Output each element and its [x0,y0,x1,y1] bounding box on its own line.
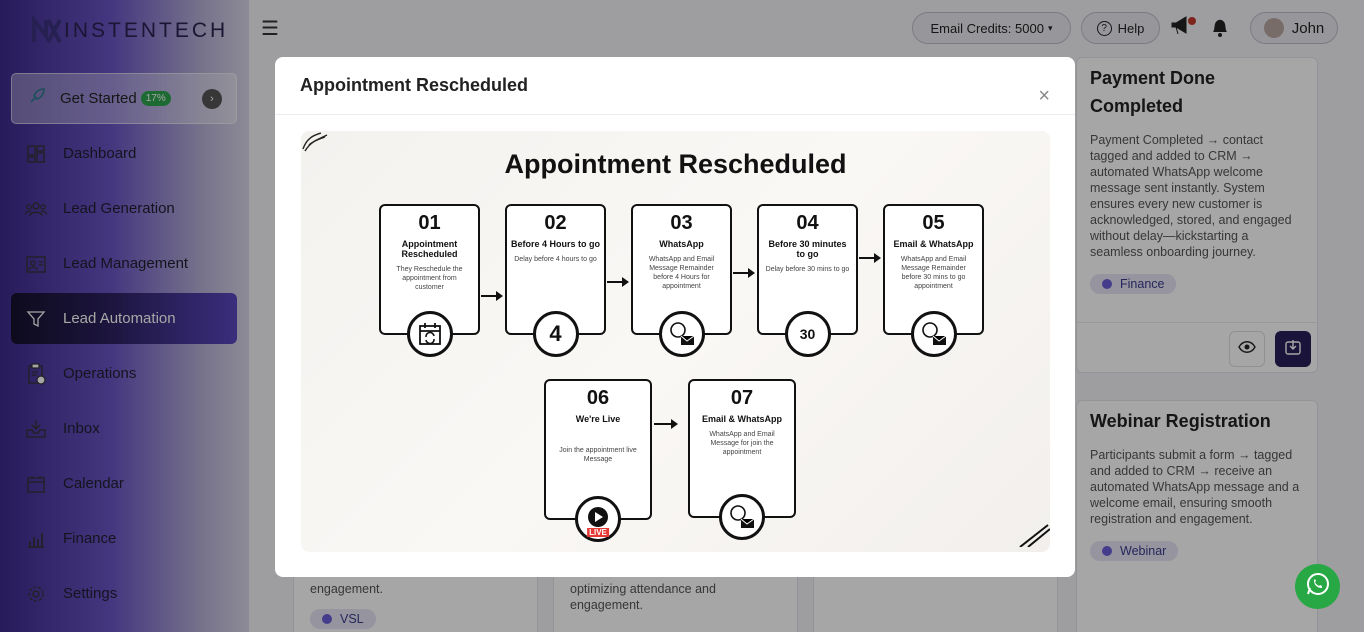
flow-step-01: 01 Appointment Rescheduled They Reschedu… [379,204,480,357]
step-name: We're Live [575,414,621,424]
arrow-icon [607,277,629,287]
flow-title: Appointment Rescheduled [504,149,847,179]
corner-lines-icon [1018,523,1050,552]
step-number: 03 [670,212,693,234]
step-name: Email & WhatsApp [701,414,782,424]
whatsapp-chat-button[interactable] [1295,564,1340,609]
close-icon[interactable]: × [1038,85,1050,108]
whatsapp-email-icon [658,311,705,357]
flow-diagram: Appointment Rescheduled 01 Appointment R… [301,131,1050,552]
step-name: WhatsApp [659,239,704,249]
arrow-icon [733,268,755,278]
step-number: 06 [586,387,610,409]
live-badge: LIVE [587,528,609,537]
whatsapp-email-icon [910,311,957,357]
step-description: WhatsApp and Email Message Remainder bef… [900,256,967,290]
calendar-refresh-icon [406,311,453,357]
flow-step-06: 06 We're Live Join the appointment live … [544,379,652,542]
whatsapp-icon [1305,571,1331,602]
step-number: 02 [544,212,567,234]
modal-dialog: Appointment Rescheduled × Appointment Re… [275,57,1075,577]
step-number: 05 [922,212,945,234]
modal-title: Appointment Rescheduled [300,75,529,95]
step-description: WhatsApp and Email Message Remainder bef… [648,256,715,290]
step-name: Before 4 Hours to go [511,239,601,249]
step-description: Delay before 30 mins to go [765,266,850,273]
four-hours-icon: 4 [532,311,579,357]
step-description: Join the appointment live Message [559,447,637,463]
step-number: 01 [418,212,441,234]
step-name: Email & WhatsApp [893,239,974,249]
step-number: 07 [730,387,754,409]
arrow-icon [481,291,503,301]
step-name: Before 30 minutes to go [768,239,847,259]
flow-step-02: 02 Before 4 Hours to go Delay before 4 h… [505,204,606,357]
flow-step-07: 07 Email & WhatsApp WhatsApp and Email M… [688,379,796,540]
whatsapp-email-icon [719,494,765,540]
icon-text: 4 [549,321,562,346]
flow-step-03: 03 WhatsApp WhatsApp and Email Message R… [631,204,732,357]
flow-step-05: 05 Email & WhatsApp WhatsApp and Email M… [883,204,984,357]
live-play-icon: LIVE [575,496,621,542]
step-description: They Reschedule the appointment from cus… [396,266,463,291]
arrow-icon [654,419,678,429]
step-description: WhatsApp and Email Message for join the … [709,431,775,456]
flow-step-04: 04 Before 30 minutes to go Delay before … [757,204,858,357]
step-number: 04 [796,212,819,234]
thirty-minutes-icon: 30 [784,311,831,357]
step-name: Appointment Rescheduled [401,239,458,259]
arrow-icon [859,253,881,263]
step-description: Delay before 4 hours to go [514,256,597,263]
modal-header: Appointment Rescheduled [275,57,1075,115]
icon-text: 30 [799,326,816,342]
